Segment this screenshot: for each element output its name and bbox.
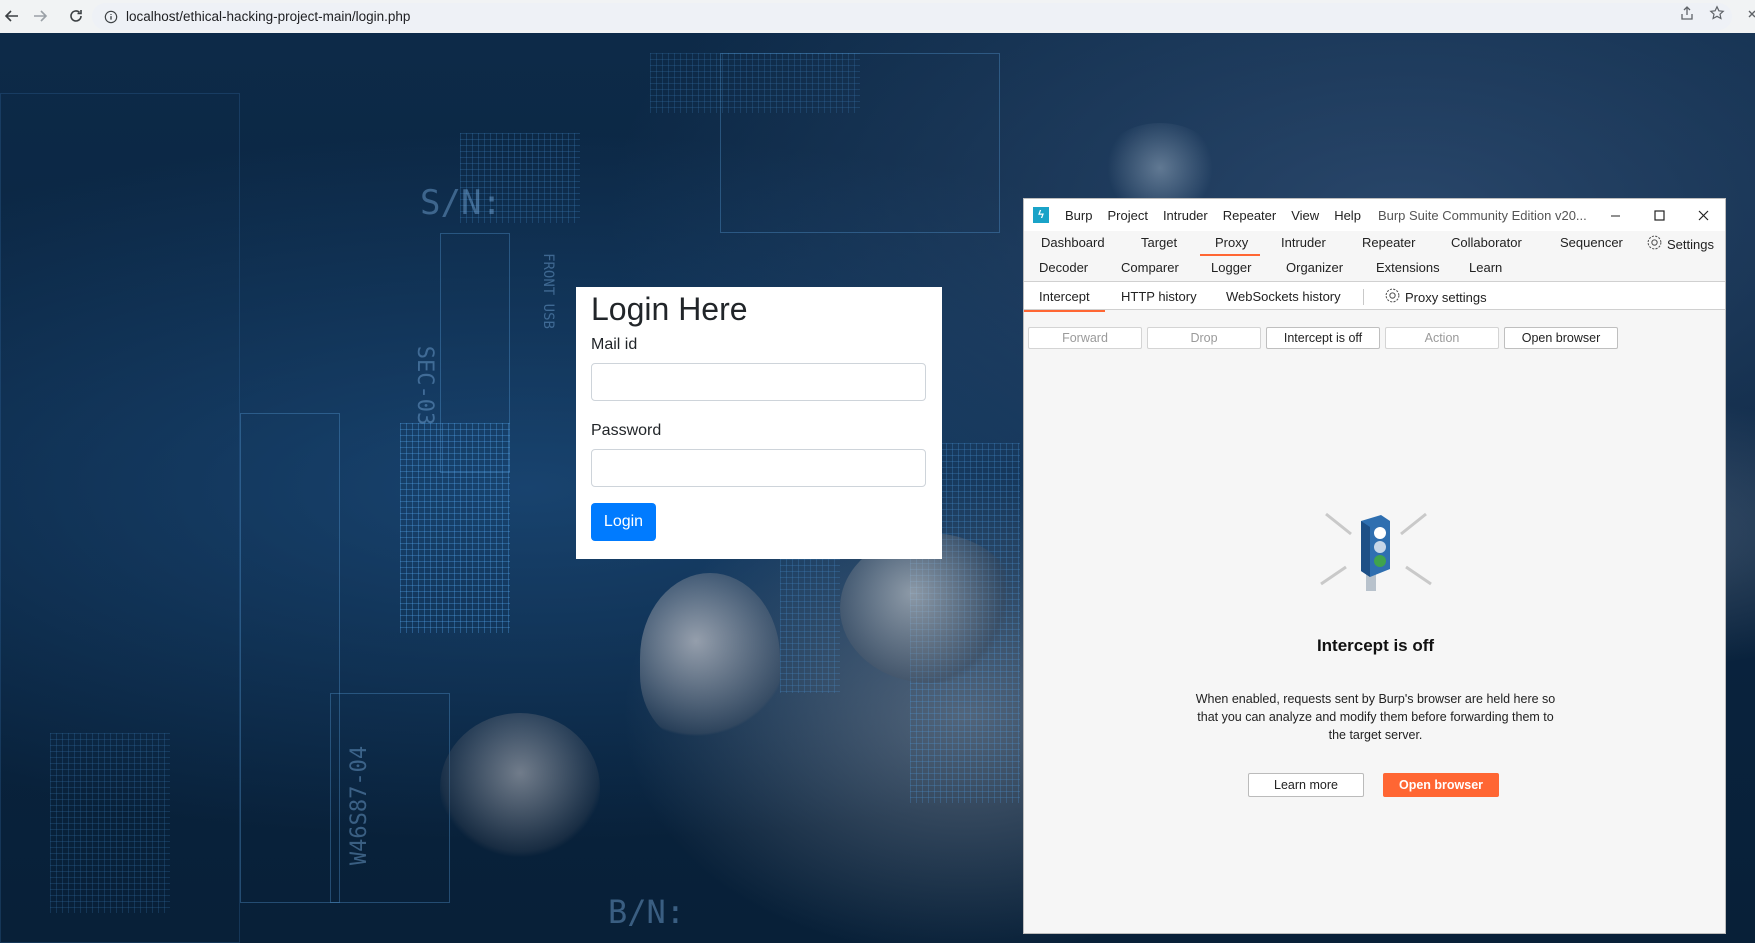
- tab-dashboard[interactable]: Dashboard: [1041, 235, 1105, 250]
- burp-titlebar: ϟ Burp Project Intruder Repeater View He…: [1024, 199, 1725, 231]
- front-usb-label: FRONT USB: [539, 253, 556, 329]
- burp-logo-icon: ϟ: [1033, 207, 1049, 223]
- main-tabs-row-1: Dashboard Target Proxy Intruder Repeater…: [1024, 231, 1725, 256]
- maximize-icon[interactable]: [1637, 199, 1681, 231]
- serial-label-top: S/N:: [420, 183, 502, 223]
- password-label: Password: [591, 422, 662, 439]
- subtab-intercept[interactable]: Intercept: [1024, 289, 1105, 312]
- window-title: Burp Suite Community Edition v20...: [1377, 207, 1587, 223]
- tab-organizer[interactable]: Organizer: [1286, 260, 1343, 275]
- tab-learn[interactable]: Learn: [1469, 260, 1502, 275]
- subtab-http-history[interactable]: HTTP history: [1121, 289, 1197, 304]
- mail-input[interactable]: [591, 363, 926, 401]
- chip-code-label: SEC-03: [412, 345, 438, 426]
- learn-more-button[interactable]: Learn more: [1248, 773, 1364, 797]
- tab-decoder[interactable]: Decoder: [1039, 260, 1088, 275]
- tab-target[interactable]: Target: [1141, 235, 1177, 250]
- gear-icon: [1384, 287, 1401, 307]
- intercept-action-bar: Forward Drop Intercept is off Action Ope…: [1028, 327, 1618, 349]
- proxy-subtabs: Intercept HTTP history WebSockets histor…: [1024, 282, 1725, 312]
- open-browser-toolbar-button[interactable]: Open browser: [1504, 327, 1618, 349]
- browser-toolbar: localhost/ethical-hacking-project-main/l…: [0, 0, 1755, 33]
- intercept-off-description: When enabled, requests sent by Burp's br…: [1195, 692, 1556, 742]
- tab-extensions[interactable]: Extensions: [1376, 260, 1440, 275]
- tab-comparer[interactable]: Comparer: [1121, 260, 1179, 275]
- drop-button[interactable]: Drop: [1147, 327, 1261, 349]
- tab-logger[interactable]: Logger: [1211, 260, 1251, 275]
- forward-button[interactable]: Forward: [1028, 327, 1142, 349]
- menu-project[interactable]: Project: [1107, 208, 1147, 223]
- extensions-icon[interactable]: [1747, 8, 1755, 24]
- minimize-icon[interactable]: [1593, 199, 1637, 231]
- login-title: Login Here: [591, 291, 748, 327]
- burp-window: ϟ Burp Project Intruder Repeater View He…: [1023, 198, 1726, 934]
- reload-icon[interactable]: [64, 4, 88, 28]
- proxy-settings-button[interactable]: Proxy settings: [1384, 287, 1487, 307]
- main-tabs-row-2: Decoder Comparer Logger Organizer Extens…: [1024, 256, 1725, 281]
- url-text: localhost/ethical-hacking-project-main/l…: [126, 9, 411, 24]
- tab-settings[interactable]: Settings: [1646, 234, 1714, 254]
- address-bar[interactable]: localhost/ethical-hacking-project-main/l…: [92, 3, 1732, 30]
- mail-label: Mail id: [591, 336, 638, 353]
- part-code-label: W46S87-04: [347, 745, 373, 866]
- tab-proxy[interactable]: Proxy: [1199, 235, 1261, 256]
- back-icon[interactable]: [0, 4, 24, 28]
- tab-collaborator[interactable]: Collaborator: [1451, 235, 1522, 250]
- bookmark-star-icon[interactable]: [1709, 5, 1725, 26]
- menu-help[interactable]: Help: [1334, 208, 1361, 223]
- menu-repeater[interactable]: Repeater: [1223, 208, 1276, 223]
- intercept-off-title: Intercept is off: [1316, 636, 1435, 655]
- subtab-websockets-history[interactable]: WebSockets history: [1226, 289, 1341, 304]
- intercept-toggle-button[interactable]: Intercept is off: [1266, 327, 1380, 349]
- serial-label-bottom: B/N:: [608, 893, 686, 931]
- site-info-icon[interactable]: [104, 10, 118, 24]
- login-form: Login Here Mail id Password Login: [576, 287, 942, 559]
- tab-repeater[interactable]: Repeater: [1362, 235, 1415, 250]
- menu-intruder[interactable]: Intruder: [1163, 208, 1208, 223]
- gear-icon: [1646, 234, 1663, 254]
- password-input[interactable]: [591, 449, 926, 487]
- intercept-off-illustration: [1024, 509, 1727, 612]
- close-icon[interactable]: [1681, 199, 1725, 231]
- tab-sequencer[interactable]: Sequencer: [1560, 235, 1623, 250]
- forward-icon[interactable]: [28, 4, 52, 28]
- action-button[interactable]: Action: [1385, 327, 1499, 349]
- share-icon[interactable]: [1679, 5, 1695, 26]
- menu-burp[interactable]: Burp: [1065, 208, 1092, 223]
- tab-intruder[interactable]: Intruder: [1281, 235, 1326, 250]
- menu-view[interactable]: View: [1291, 208, 1319, 223]
- traffic-light-icon: [1319, 512, 1432, 591]
- open-browser-button[interactable]: Open browser: [1383, 773, 1499, 797]
- proxy-settings-label: Proxy settings: [1405, 289, 1487, 305]
- tab-settings-label: Settings: [1667, 236, 1714, 252]
- login-button[interactable]: Login: [591, 503, 656, 541]
